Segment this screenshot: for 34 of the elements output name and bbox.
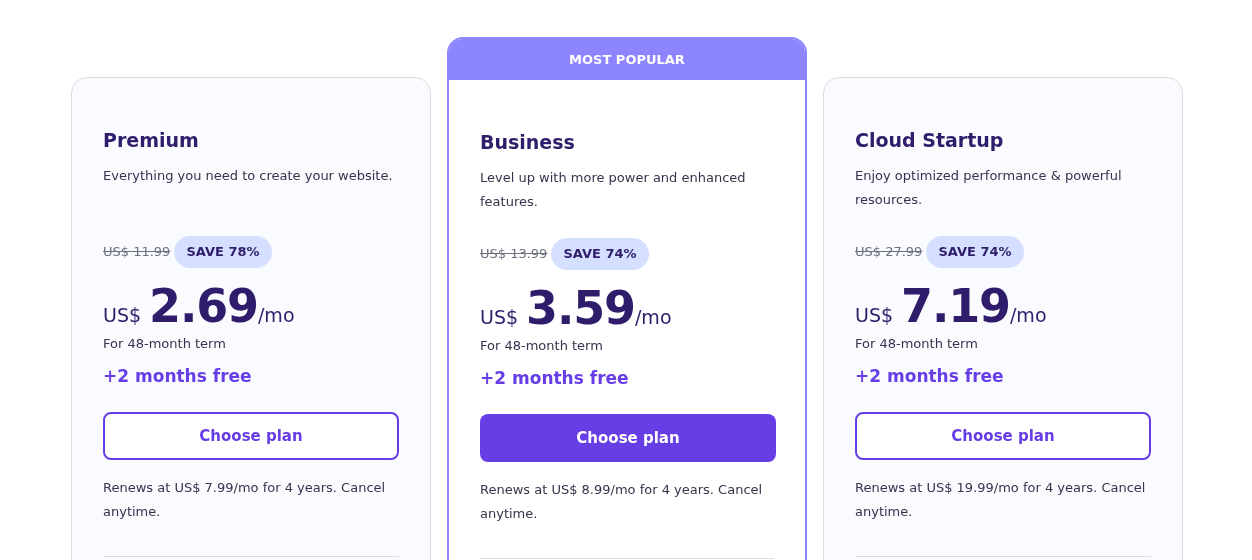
price: 2.69 — [149, 278, 258, 334]
choose-plan-button[interactable]: Choose plan — [103, 412, 399, 460]
discount-badge: SAVE 74% — [551, 238, 649, 270]
choose-plan-button[interactable]: Choose plan — [480, 414, 776, 462]
renewal-text: Renews at US$ 19.99/mo for 4 years. Cancel anytime. — [855, 479, 1147, 521]
discount-badge: SAVE 78% — [174, 236, 272, 268]
plan-description: Everything you need to create your website. — [103, 167, 394, 185]
popular-banner: MOST POPULAR — [449, 39, 805, 80]
plan-description: Enjoy optimized performance & powerful resources. — [855, 167, 1123, 209]
price: 3.59 — [526, 280, 635, 336]
term-text: For 48-month term — [855, 335, 979, 353]
renewal-text: Renews at US$ 8.99/mo for 4 years. Cancel anytime. — [480, 481, 764, 523]
plan-description: Level up with more power and enhanced features. — [480, 169, 747, 211]
plan-title: Premium — [103, 128, 200, 153]
currency-label: US$ — [103, 303, 142, 328]
period-label: /mo — [1009, 304, 1047, 328]
plan-title: Cloud Startup — [855, 128, 1005, 153]
bonus-text: +2 months free — [480, 367, 630, 390]
old-price: US$ 11.99 — [103, 243, 171, 262]
currency-label: US$ — [480, 305, 519, 330]
old-price: US$ 27.99 — [855, 243, 923, 262]
bonus-text: +2 months free — [855, 365, 1005, 388]
old-price: US$ 13.99 — [480, 245, 548, 264]
term-text: For 48-month term — [480, 337, 604, 355]
term-text: For 48-month term — [103, 335, 227, 353]
renewal-text: Renews at US$ 7.99/mo for 4 years. Cancel anytime. — [103, 479, 387, 521]
period-label: /mo — [257, 304, 295, 328]
price: 7.19 — [901, 278, 1010, 334]
plan-title: Business — [480, 130, 576, 155]
currency-label: US$ — [855, 303, 894, 328]
choose-plan-button[interactable]: Choose plan — [855, 412, 1151, 460]
period-label: /mo — [634, 306, 672, 330]
bonus-text: +2 months free — [103, 365, 253, 388]
discount-badge: SAVE 74% — [926, 236, 1024, 268]
